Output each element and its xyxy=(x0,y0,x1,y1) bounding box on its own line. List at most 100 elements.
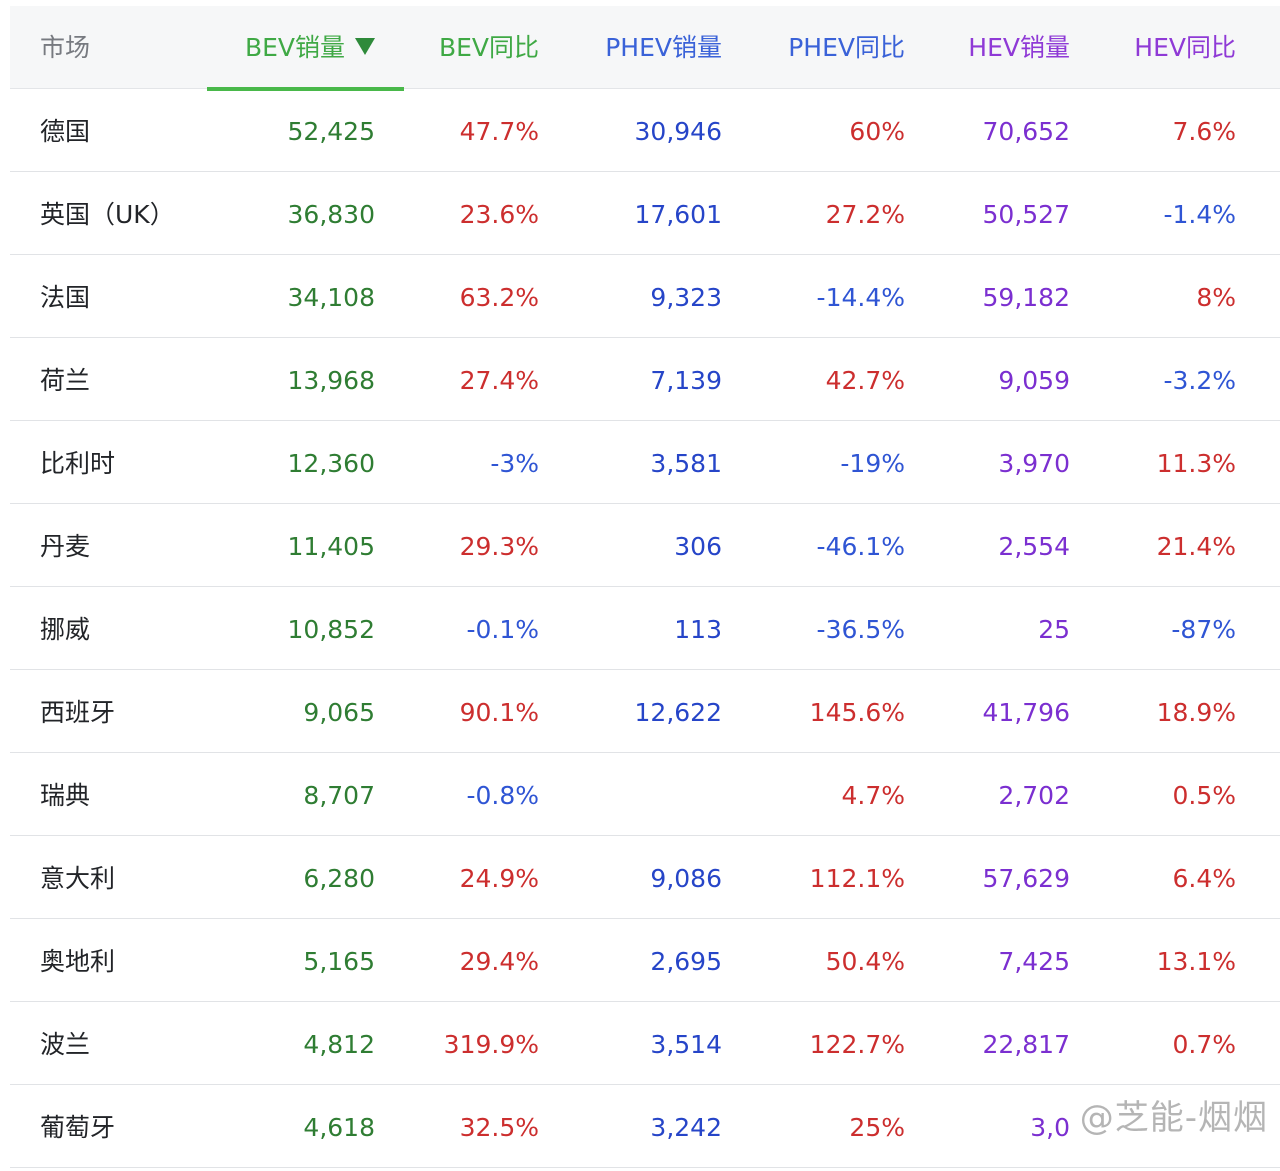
cell-bev-sales: 6,280 xyxy=(303,864,375,893)
column-header-market[interactable]: 市场 xyxy=(40,6,90,88)
cell-bev-yoy: 29.3% xyxy=(459,532,539,561)
cell-phev-sales: 2,695 xyxy=(650,947,722,976)
cell-bev-yoy: 47.7% xyxy=(459,117,539,146)
cell-market: 挪威 xyxy=(40,615,91,644)
cell-phev-yoy: 50.4% xyxy=(825,947,905,976)
table-row[interactable]: 瑞典 8,707 -0.8% 4.7% 2,702 0.5% xyxy=(10,753,1280,836)
cell-hev-sales: 41,796 xyxy=(982,698,1070,727)
cell-phev-yoy: -19% xyxy=(840,449,905,478)
cell-hev-yoy: 13.1% xyxy=(1156,947,1236,976)
cell-bev-sales: 9,065 xyxy=(303,698,375,727)
cell-bev-sales: 52,425 xyxy=(287,117,375,146)
table-body: 德国 52,425 47.7% 30,946 60% 70,652 7.6% 英国（UK） 36… xyxy=(10,89,1280,1168)
cell-bev-sales: 8,707 xyxy=(303,781,375,810)
sales-table: 市场 BEV销量 BEV同比 PHEV销量 PHEV同比 HEV销量 HEV同比… xyxy=(10,6,1280,1168)
watermark: @芝能-烟烟 xyxy=(1079,1098,1268,1138)
cell-phev-yoy: -46.1% xyxy=(816,532,905,561)
table-row[interactable]: 波兰 4,812 319.9% 3,514 122.7% 22,817 0.7% xyxy=(10,1002,1280,1085)
cell-hev-sales: 59,182 xyxy=(982,283,1070,312)
cell-hev-yoy: 18.9% xyxy=(1156,698,1236,727)
cell-phev-sales: 3,581 xyxy=(650,449,722,478)
table-row[interactable]: 奥地利 5,165 29.4% 2,695 50.4% 7,425 13.1% xyxy=(10,919,1280,1002)
cell-phev-yoy: -14.4% xyxy=(816,283,905,312)
table-row[interactable]: 荷兰 13,968 27.4% 7,139 42.7% 9,059 -3.2% xyxy=(10,338,1280,421)
cell-phev-yoy: 42.7% xyxy=(825,366,905,395)
table-row[interactable]: 挪威 10,852 -0.1% 113 -36.5% 25 -87% xyxy=(10,587,1280,670)
cell-phev-sales: 17,601 xyxy=(634,200,722,229)
table-row[interactable]: 西班牙 9,065 90.1% 12,622 145.6% 41,796 18.9% xyxy=(10,670,1280,753)
cell-bev-sales: 34,108 xyxy=(287,283,375,312)
cell-market: 西班牙 xyxy=(40,698,116,727)
cell-phev-sales: 7,139 xyxy=(650,366,722,395)
table-row[interactable]: 法国 34,108 63.2% 9,323 -14.4% 59,182 8% xyxy=(10,255,1280,338)
cell-market: 荷兰 xyxy=(40,366,91,395)
cell-phev-sales xyxy=(539,753,722,835)
column-header-phev-yoy[interactable]: PHEV同比 xyxy=(722,6,905,88)
cell-bev-yoy: -0.8% xyxy=(466,781,539,810)
cell-hev-yoy: -1.4% xyxy=(1163,200,1236,229)
cell-phev-sales: 9,086 xyxy=(650,864,722,893)
cell-hev-yoy: 11.3% xyxy=(1156,449,1236,478)
cell-bev-yoy: 63.2% xyxy=(459,283,539,312)
cell-hev-sales: 25 xyxy=(1038,615,1070,644)
cell-hev-sales: 2,702 xyxy=(998,781,1070,810)
column-header-bev-yoy[interactable]: BEV同比 xyxy=(375,6,539,88)
cell-phev-sales: 306 xyxy=(674,532,722,561)
cell-market: 英国（UK） xyxy=(40,200,175,229)
cell-bev-yoy: 32.5% xyxy=(459,1113,539,1142)
cell-bev-sales: 12,360 xyxy=(287,449,375,478)
cell-market: 波兰 xyxy=(40,1030,91,1059)
cell-phev-sales: 3,242 xyxy=(650,1113,722,1142)
cell-market: 丹麦 xyxy=(40,532,91,561)
cell-hev-sales: 9,059 xyxy=(998,366,1070,395)
cell-bev-sales: 13,968 xyxy=(287,366,375,395)
cell-market: 比利时 xyxy=(40,449,116,478)
cell-hev-yoy: 8% xyxy=(1196,283,1236,312)
cell-bev-sales: 4,812 xyxy=(303,1030,375,1059)
cell-phev-sales: 30,946 xyxy=(634,117,722,146)
triangle-down-icon xyxy=(355,38,375,55)
cell-hev-sales: 2,554 xyxy=(998,532,1070,561)
cell-hev-sales: 70,652 xyxy=(982,117,1070,146)
cell-phev-sales: 3,514 xyxy=(650,1030,722,1059)
cell-bev-sales: 4,618 xyxy=(303,1113,375,1142)
cell-bev-sales: 11,405 xyxy=(287,532,375,561)
cell-market: 法国 xyxy=(40,283,91,312)
cell-bev-yoy: -3% xyxy=(490,449,539,478)
cell-phev-yoy: 4.7% xyxy=(841,781,905,810)
cell-phev-sales: 9,323 xyxy=(650,283,722,312)
table-row[interactable]: 英国（UK） 36,830 23.6% 17,601 27.2% 50,527 -1.4% xyxy=(10,172,1280,255)
column-header-bev-sales[interactable]: BEV销量 xyxy=(210,6,375,88)
cell-bev-yoy: 24.9% xyxy=(459,864,539,893)
cell-bev-yoy: 29.4% xyxy=(459,947,539,976)
cell-phev-yoy: 27.2% xyxy=(825,200,905,229)
column-header-bev-sales-label: BEV销量 xyxy=(244,33,345,62)
cell-bev-yoy: 23.6% xyxy=(459,200,539,229)
cell-hev-sales: 50,527 xyxy=(982,200,1070,229)
cell-phev-yoy: -36.5% xyxy=(816,615,905,644)
cell-phev-yoy: 122.7% xyxy=(809,1030,905,1059)
cell-phev-yoy: 145.6% xyxy=(809,698,905,727)
column-header-phev-sales[interactable]: PHEV销量 xyxy=(539,6,722,88)
cell-bev-sales: 10,852 xyxy=(287,615,375,644)
column-header-hev-sales[interactable]: HEV销量 xyxy=(905,6,1070,88)
table-row[interactable]: 比利时 12,360 -3% 3,581 -19% 3,970 11.3% xyxy=(10,421,1280,504)
table-row[interactable]: 意大利 6,280 24.9% 9,086 112.1% 57,629 6.4% xyxy=(10,836,1280,919)
table-row[interactable]: 丹麦 11,405 29.3% 306 -46.1% 2,554 21.4% xyxy=(10,504,1280,587)
cell-market: 奥地利 xyxy=(40,947,116,976)
cell-hev-sales: 3,970 xyxy=(998,449,1070,478)
cell-bev-sales: 5,165 xyxy=(303,947,375,976)
cell-hev-sales: 7,425 xyxy=(998,947,1070,976)
cell-bev-yoy: -0.1% xyxy=(466,615,539,644)
table-row[interactable]: 德国 52,425 47.7% 30,946 60% 70,652 7.6% xyxy=(10,89,1280,172)
cell-bev-yoy: 90.1% xyxy=(459,698,539,727)
cell-hev-yoy: 7.6% xyxy=(1172,117,1236,146)
cell-market: 瑞典 xyxy=(40,781,91,810)
cell-bev-sales: 36,830 xyxy=(287,200,375,229)
column-header-hev-yoy[interactable]: HEV同比 xyxy=(1070,6,1236,88)
cell-phev-yoy: 60% xyxy=(849,117,905,146)
cell-hev-yoy: -3.2% xyxy=(1163,366,1236,395)
cell-market: 德国 xyxy=(40,117,91,146)
table-header: 市场 BEV销量 BEV同比 PHEV销量 PHEV同比 HEV销量 HEV同比 xyxy=(10,6,1280,91)
cell-hev-yoy: 21.4% xyxy=(1156,532,1236,561)
